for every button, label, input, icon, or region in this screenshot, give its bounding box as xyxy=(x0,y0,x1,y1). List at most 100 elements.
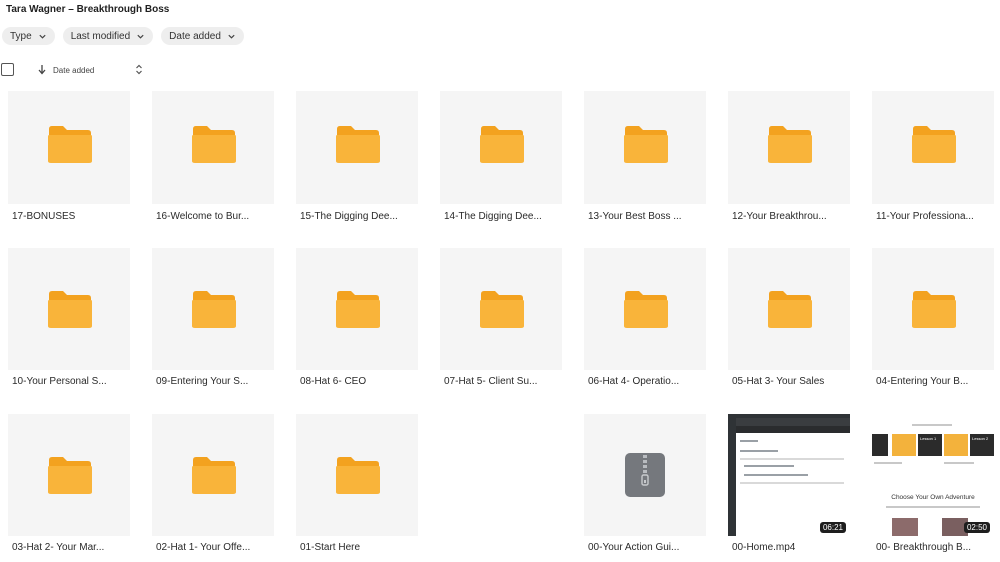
filter-date-added-label: Date added xyxy=(169,30,221,42)
item-name: 03-Hat 2- Your Mar... xyxy=(12,542,105,553)
item-name: 10-Your Personal S... xyxy=(12,376,107,387)
folder-icon xyxy=(912,291,956,328)
folder-thumbnail xyxy=(296,91,418,204)
folder-tile[interactable]: 15-The Digging Dee... xyxy=(296,91,418,222)
item-name: 17-BONUSES xyxy=(12,211,76,222)
slide-card xyxy=(944,434,968,456)
filter-type-label: Type xyxy=(10,30,32,42)
folder-icon xyxy=(192,291,236,328)
video-file-tile[interactable]: 06:21 00-Home.mp4 xyxy=(728,414,850,553)
slide-card xyxy=(892,434,916,456)
folder-thumbnail xyxy=(8,91,130,204)
slide-photo xyxy=(892,518,918,536)
folder-tile[interactable]: 09-Entering Your S... xyxy=(152,248,274,387)
item-name: 00-Home.mp4 xyxy=(732,542,796,553)
chevron-down-icon xyxy=(228,34,235,39)
folder-tile[interactable]: 03-Hat 2- Your Mar... xyxy=(8,414,130,553)
filter-last-modified[interactable]: Last modified xyxy=(62,27,154,45)
folder-icon xyxy=(336,291,380,328)
slide-line xyxy=(886,506,980,508)
folder-tile[interactable]: 04-Entering Your B... xyxy=(872,248,994,387)
folder-icon xyxy=(48,291,92,328)
folder-thumbnail xyxy=(152,91,274,204)
folder-thumbnail xyxy=(872,91,994,204)
filter-date-added[interactable]: Date added xyxy=(161,27,244,45)
item-name: 04-Entering Your B... xyxy=(876,376,969,387)
folder-tile[interactable]: 16-Welcome to Bur... xyxy=(152,91,274,222)
folder-thumbnail xyxy=(8,248,130,370)
zip-file-tile[interactable]: 00-Your Action Gui... xyxy=(584,414,706,553)
item-name: 01-Start Here xyxy=(300,542,361,553)
slide-heading: Choose Your Own Adventure xyxy=(891,494,975,501)
slide-line xyxy=(944,462,974,464)
folder-icon xyxy=(336,126,380,163)
preview-line xyxy=(740,482,844,484)
folder-thumbnail xyxy=(584,91,706,204)
folder-thumbnail xyxy=(440,248,562,370)
folder-tile[interactable]: 08-Hat 6- CEO xyxy=(296,248,418,387)
item-name: 00-Your Action Gui... xyxy=(588,542,680,553)
folder-thumbnail xyxy=(872,248,994,370)
folder-thumbnail xyxy=(440,91,562,204)
item-name: 05-Hat 3- Your Sales xyxy=(732,376,825,387)
screen-preview xyxy=(736,418,850,536)
folder-tile[interactable]: 17-BONUSES xyxy=(8,91,130,222)
item-name: 13-Your Best Boss ... xyxy=(588,211,682,222)
folder-tile[interactable]: 07-Hat 5- Client Su... xyxy=(440,248,562,387)
video-file-tile[interactable]: Lesson 1 Lesson 2 Choose Your Own Advent… xyxy=(872,414,994,553)
item-name: 00- Breakthrough B... xyxy=(876,542,972,553)
folder-tile[interactable]: 10-Your Personal S... xyxy=(8,248,130,387)
page-title: Tara Wagner – Breakthrough Boss xyxy=(6,4,170,15)
folder-tile[interactable]: 01-Start Here xyxy=(296,414,418,553)
filter-last-modified-label: Last modified xyxy=(70,30,131,42)
slide-card: Lesson 1 xyxy=(918,434,942,456)
slide-line xyxy=(912,424,952,426)
folder-thumbnail xyxy=(728,248,850,370)
item-name: 16-Welcome to Bur... xyxy=(156,211,250,222)
video-thumbnail: 06:21 xyxy=(728,414,850,536)
folder-tile[interactable]: 13-Your Best Boss ... xyxy=(584,91,706,222)
folder-tile[interactable]: 11-Your Professiona... xyxy=(872,91,994,222)
select-all-checkbox[interactable] xyxy=(1,63,14,76)
folder-tile[interactable]: 05-Hat 3- Your Sales xyxy=(728,248,850,387)
folder-tile[interactable]: 14-The Digging Dee... xyxy=(440,91,562,222)
folder-thumbnail xyxy=(152,414,274,536)
arrow-down-icon[interactable] xyxy=(37,64,47,75)
item-name: 11-Your Professiona... xyxy=(876,211,974,222)
sort-bar: Date added xyxy=(0,63,160,79)
slide-card xyxy=(872,434,888,456)
folder-icon xyxy=(480,291,524,328)
folder-icon xyxy=(48,457,92,494)
folder-icon xyxy=(480,126,524,163)
folder-icon xyxy=(192,126,236,163)
folder-thumbnail xyxy=(584,248,706,370)
folder-icon xyxy=(624,291,668,328)
folder-icon xyxy=(192,457,236,494)
item-name: 14-The Digging Dee... xyxy=(444,211,542,222)
item-name: 09-Entering Your S... xyxy=(156,376,249,387)
file-thumbnail xyxy=(584,414,706,536)
folder-thumbnail xyxy=(296,248,418,370)
video-duration: 06:21 xyxy=(819,522,846,533)
folder-icon xyxy=(48,126,92,163)
slide-line xyxy=(874,462,902,464)
folder-thumbnail xyxy=(8,414,130,536)
slide-card: Lesson 2 xyxy=(970,434,994,456)
folder-tile[interactable]: 12-Your Breakthrou... xyxy=(728,91,850,222)
folder-tile[interactable]: 02-Hat 1- Your Offe... xyxy=(152,414,274,553)
folder-thumbnail xyxy=(296,414,418,536)
item-name: 06-Hat 4- Operatio... xyxy=(588,376,680,387)
folder-icon xyxy=(912,126,956,163)
item-name: 15-The Digging Dee... xyxy=(300,211,398,222)
preview-line xyxy=(740,450,778,452)
folder-tile[interactable]: 06-Hat 4- Operatio... xyxy=(584,248,706,387)
item-name: 12-Your Breakthrou... xyxy=(732,211,827,222)
browser-tab-bar xyxy=(736,418,850,426)
sort-toggle-icon[interactable] xyxy=(134,63,144,76)
folder-icon xyxy=(768,126,812,163)
preview-line xyxy=(740,458,844,460)
filter-type[interactable]: Type xyxy=(2,27,55,45)
sort-label[interactable]: Date added xyxy=(53,66,94,75)
item-name: 08-Hat 6- CEO xyxy=(300,376,367,387)
preview-line xyxy=(744,465,794,467)
